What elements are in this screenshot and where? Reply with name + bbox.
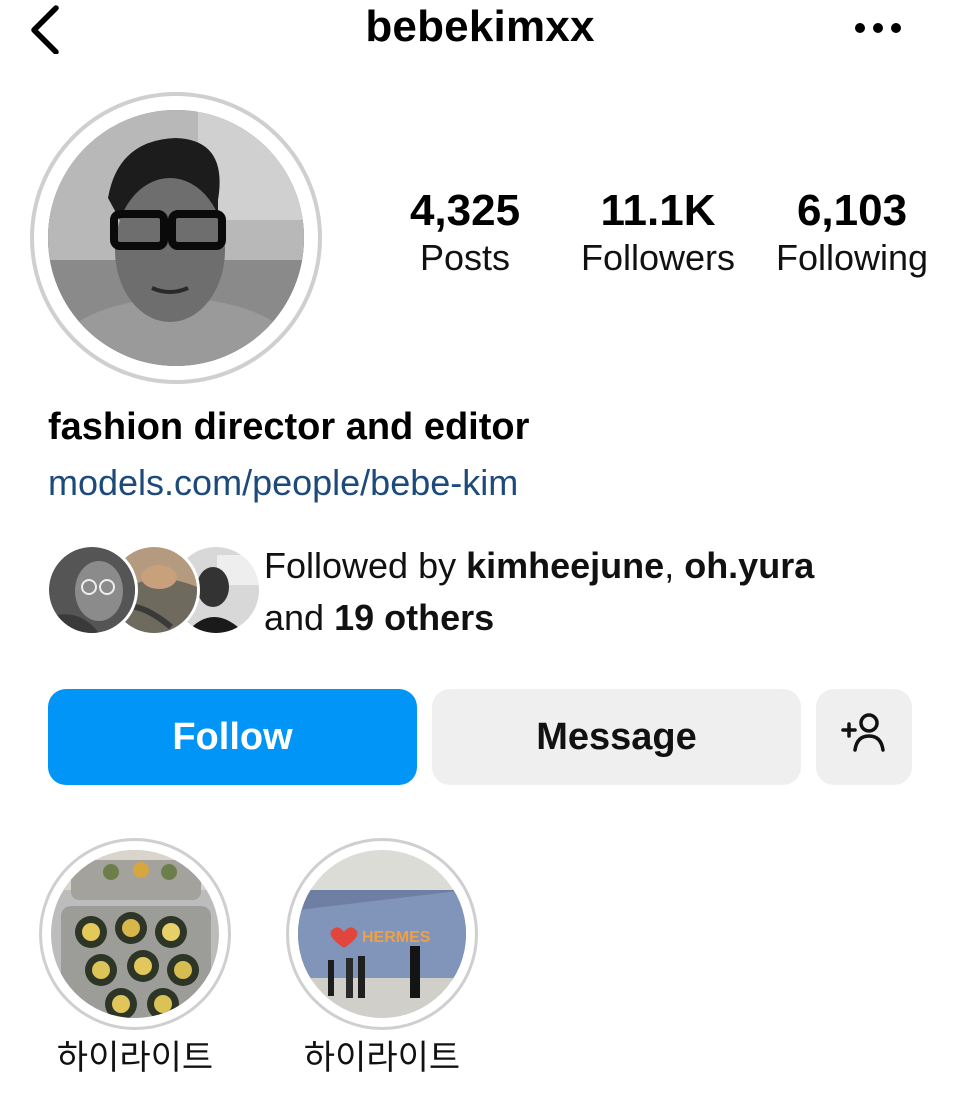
more-options-button[interactable] (850, 10, 906, 46)
posts-label: Posts (419, 237, 511, 278)
bio-link[interactable]: models.com/people/bebe-kim (48, 462, 518, 504)
highlight-ring: HERMES (286, 838, 478, 1030)
highlight-cover: HERMES (298, 850, 466, 1018)
followed-by-and: and (264, 597, 335, 638)
chevron-left-icon (31, 5, 59, 55)
more-horizontal-icon (855, 23, 901, 33)
profile-username-title: bebekimxx (365, 2, 595, 51)
following-label: Following (775, 237, 929, 278)
bio-text: fashion director and editor (48, 406, 530, 448)
mutual-avatar (46, 544, 138, 636)
posts-count: 4,325 (409, 186, 521, 235)
followed-by-separator: , (664, 545, 685, 586)
story-highlight[interactable]: 하이라이트 (37, 838, 233, 1080)
followers-label: Followers (580, 237, 736, 278)
following-stat[interactable]: 6,103 Following (764, 186, 940, 280)
followers-count: 11.1K (600, 186, 716, 235)
followed-by-text[interactable]: Followed by kimheejune, oh.yura and 19 o… (264, 540, 944, 644)
mutual-user-2[interactable]: oh.yura (684, 545, 814, 586)
followers-stat[interactable]: 11.1K Followers (572, 186, 744, 280)
back-button[interactable] (24, 4, 68, 55)
follow-button[interactable]: Follow (48, 689, 417, 785)
highlight-label: 하이라이트 (56, 1039, 214, 1077)
add-person-icon (841, 713, 885, 752)
highlight-label: 하이라이트 (303, 1039, 461, 1077)
highlight-cover (51, 850, 219, 1018)
profile-avatar[interactable] (48, 110, 304, 366)
suggested-accounts-button[interactable] (816, 689, 912, 785)
posts-stat[interactable]: 4,325 Posts (390, 186, 540, 280)
followed-by-prefix: Followed by (264, 545, 467, 586)
message-button[interactable]: Message (432, 689, 801, 785)
highlight-ring (39, 838, 231, 1030)
avatar-photo (48, 110, 304, 366)
svg-text:HERMES: HERMES (362, 929, 431, 946)
following-count: 6,103 (796, 186, 908, 235)
mutual-others[interactable]: 19 others (334, 597, 494, 638)
mutual-user-1[interactable]: kimheejune (466, 545, 664, 586)
story-highlight[interactable]: HERMES 하이라이트 (284, 838, 480, 1080)
mutual-followers-avatars[interactable] (46, 544, 262, 636)
top-bar: bebekimxx (0, 0, 960, 60)
